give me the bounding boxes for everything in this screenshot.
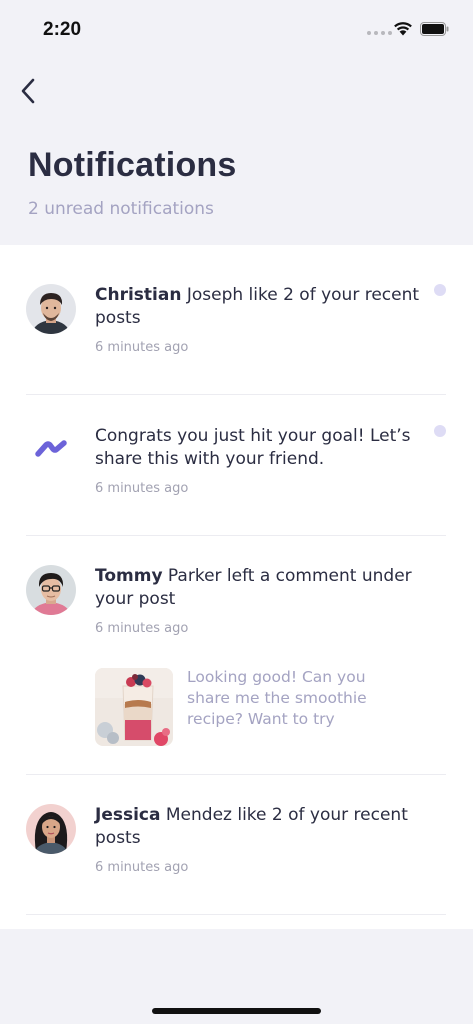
comment-preview: Looking good! Can you share me the smoot… <box>187 668 367 728</box>
notification-list: Christian Joseph like 2 of your recent p… <box>0 245 473 929</box>
wifi-icon <box>394 22 412 36</box>
notification-item[interactable]: Tommy Parker left a comment under your p… <box>26 536 446 775</box>
chevron-left-icon <box>21 78 35 104</box>
signal-dots-icon <box>367 31 392 35</box>
notification-item[interactable]: Jessica Mendez like 2 of your recent pos… <box>26 775 446 915</box>
home-indicator[interactable] <box>152 1008 321 1014</box>
status-bar: 2:20 <box>0 0 473 60</box>
notification-time: 6 minutes ago <box>95 481 189 496</box>
avatar-jessica <box>26 804 76 854</box>
page-title: Notifications <box>28 146 237 184</box>
notification-item[interactable]: Congrats you just hit your goal! Let’s s… <box>26 395 446 536</box>
notification-text: Tommy Parker left a comment under your p… <box>95 566 412 609</box>
notification-text: Congrats you just hit your goal! Let’s s… <box>95 426 411 469</box>
back-button[interactable] <box>14 76 42 106</box>
notification-text: Jessica Mendez like 2 of your recent pos… <box>95 805 408 848</box>
status-time: 2:20 <box>43 19 82 40</box>
unread-dot <box>434 425 446 437</box>
notification-item[interactable]: Christian Joseph like 2 of your recent p… <box>26 245 446 395</box>
notification-time: 6 minutes ago <box>95 621 189 636</box>
notification-time: 6 minutes ago <box>95 860 189 875</box>
notification-text: Christian Joseph like 2 of your recent p… <box>95 285 420 328</box>
battery-icon <box>420 22 449 36</box>
avatar-tommy <box>26 565 76 615</box>
avatar-christian <box>26 284 76 334</box>
goal-icon <box>35 440 67 457</box>
unread-count: 2 unread notifications <box>28 199 214 219</box>
smoothie-thumbnail[interactable] <box>95 668 173 746</box>
unread-dot <box>434 284 446 296</box>
notification-time: 6 minutes ago <box>95 340 189 355</box>
